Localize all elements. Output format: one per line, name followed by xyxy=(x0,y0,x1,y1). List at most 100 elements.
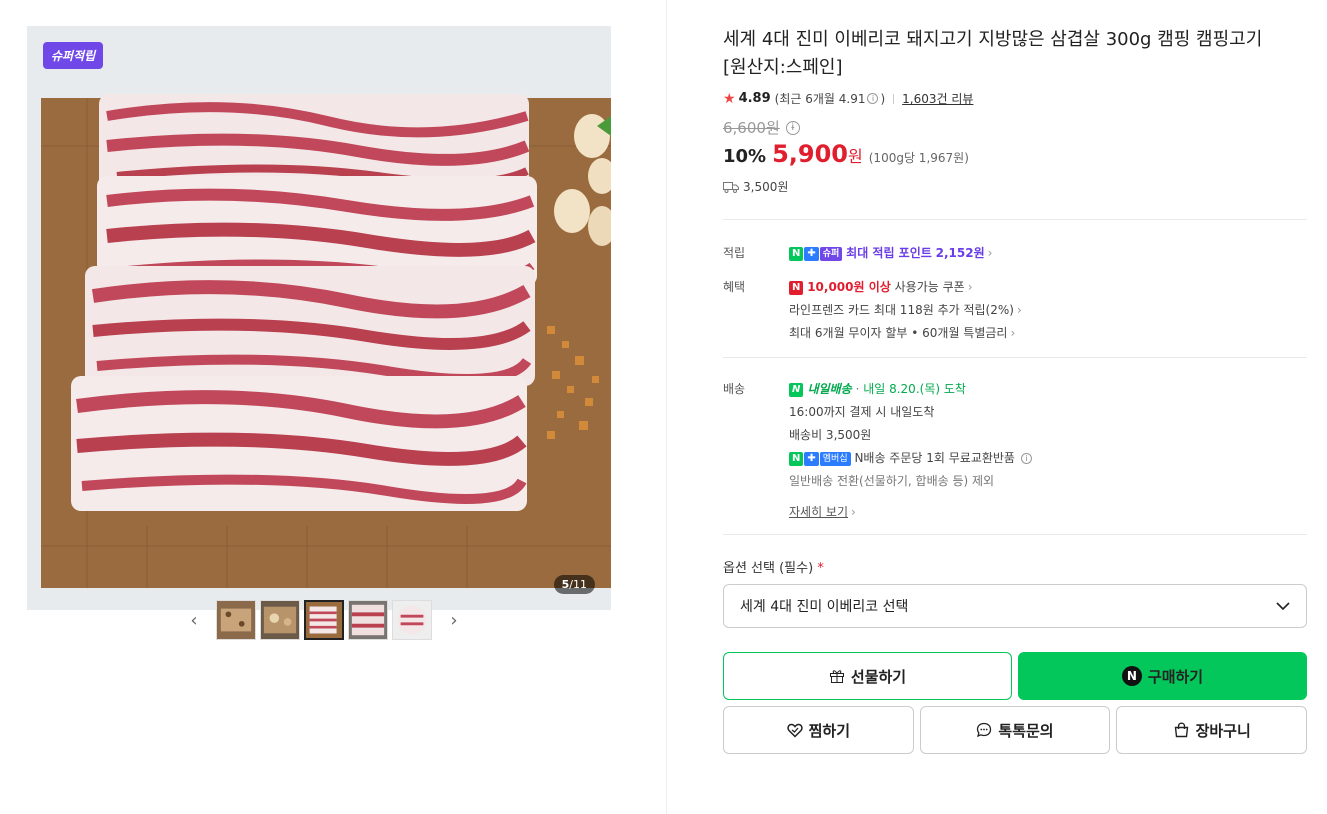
details-link[interactable]: 자세히 보기 xyxy=(789,505,848,519)
gift-button[interactable]: 선물하기 xyxy=(723,652,1012,700)
buy-label: 구매하기 xyxy=(1147,667,1204,686)
installment-item[interactable]: 최대 6개월 무이자 할부 • 60개월 특별금리 › xyxy=(789,322,1307,345)
super-points-badge: 슈퍼적립 xyxy=(43,42,104,69)
wish-button[interactable]: 찜하기 xyxy=(723,706,914,754)
chevron-right-icon: › xyxy=(987,246,993,260)
tomorrow-delivery-badge: N 내일배송 xyxy=(789,382,852,397)
talk-label: 톡톡문의 xyxy=(998,721,1054,740)
price-row: 10% 5,900 원 (100g당 1,967원) xyxy=(723,140,1307,168)
benefits-label: 혜택 xyxy=(723,280,746,294)
arrival-date: 내일 8.20.(목) 도착 xyxy=(863,382,966,396)
heart-icon xyxy=(786,723,803,738)
info-icon[interactable]: i xyxy=(1020,453,1032,464)
cutoff-text: 16:00까지 결제 시 내일도착 xyxy=(789,405,935,419)
primary-actions: 선물하기 N 구매하기 xyxy=(723,652,1307,700)
card-benefit-item[interactable]: 라인프렌즈 카드 최대 118원 추가 적립(2%) › xyxy=(789,299,1307,322)
unit-price: (100g당 1,967원) xyxy=(868,151,969,165)
chevron-right-icon[interactable]: › xyxy=(444,600,464,640)
pork-belly-image xyxy=(27,26,611,610)
gift-icon xyxy=(829,670,844,683)
installment-text: 최대 6개월 무이자 할부 • 60개월 특별금리 xyxy=(789,326,1008,340)
info-icon[interactable]: i xyxy=(867,93,879,104)
delivery-row: 배송 N 내일배송 · 내일 8.20.(목) 도착 16:00까지 결제 시 … xyxy=(723,378,1307,524)
thumbnail-strip: ‹ › xyxy=(184,600,464,640)
coupon-text: 사용가능 쿠폰 xyxy=(894,280,965,294)
currency-unit: 원 xyxy=(848,147,863,166)
divider xyxy=(723,534,1307,535)
chevron-left-icon[interactable]: ‹ xyxy=(184,600,204,640)
star-icon: ★ xyxy=(723,90,736,107)
sale-price: 5,900 xyxy=(772,140,849,168)
chat-icon xyxy=(977,722,992,738)
thumbnail-3-active[interactable] xyxy=(304,600,344,640)
points-label: 적립 xyxy=(723,246,746,260)
npay-tag: N xyxy=(789,246,804,261)
cart-button[interactable]: 장바구니 xyxy=(1116,706,1308,754)
reviews-link[interactable]: 1,603건 리뷰 xyxy=(902,90,973,107)
plus-tag: ✚ xyxy=(804,451,819,466)
divider xyxy=(723,357,1307,358)
plus-tag: ✚ xyxy=(804,246,819,261)
shipping-fee-row: 3,500원 xyxy=(723,178,1307,195)
points-row: 적립 N ✚ 슈퍼 최대 적립 포인트 2,152원 › xyxy=(723,242,1307,265)
exchange-row: N ✚ 멤버십 N배송 주문당 1회 무료교환반품 i xyxy=(789,447,1307,470)
talk-inquiry-button[interactable]: 톡톡문의 xyxy=(919,706,1111,754)
product-info: 세계 4대 진미 이베리코 돼지고기 지방많은 삼겹살 300g 캠핑 캠핑고기… xyxy=(723,26,1308,754)
shipping-fee: 3,500원 xyxy=(743,180,789,194)
original-price: 6,600원 xyxy=(723,119,780,137)
points-amount: 2,152원 xyxy=(935,246,985,260)
price-info-icon[interactable]: i xyxy=(785,120,800,135)
wish-label: 찜하기 xyxy=(808,721,851,740)
npay-tag: N xyxy=(789,451,804,466)
thumbnail-2[interactable] xyxy=(260,600,300,640)
delivery-fee-text: 배송비 3,500원 xyxy=(789,428,872,442)
benefits-row: 혜택 N 10,000원 이상 사용가능 쿠폰 › 라인프렌즈 카드 최대 118… xyxy=(723,276,1307,345)
chevron-down-icon xyxy=(1276,601,1290,610)
column-divider xyxy=(666,0,667,814)
delivery-badge-row: N 내일배송 · 내일 8.20.(목) 도착 xyxy=(789,378,1307,401)
cart-label: 장바구니 xyxy=(1195,721,1251,740)
details-row: 자세히 보기 › xyxy=(789,501,1307,524)
thumbnail-4[interactable] xyxy=(348,600,388,640)
secondary-actions: 찜하기 톡톡문의 장바구니 xyxy=(723,706,1308,754)
shopping-bag-icon xyxy=(1174,722,1188,738)
rating-row: ★ 4.89 (최근 6개월 4.91 i ) 1,603건 리뷰 xyxy=(723,90,1307,107)
rating-recent: (최근 6개월 4.91 xyxy=(774,92,866,106)
option-label-text: 옵션 선택 (필수) xyxy=(723,561,814,576)
delivery-n-icon: N xyxy=(789,382,804,397)
chevron-right-icon: › xyxy=(967,280,973,294)
coupon-item[interactable]: N 10,000원 이상 사용가능 쿠폰 › xyxy=(789,276,1307,299)
rating-score: 4.89 xyxy=(738,91,771,106)
page-total: /11 xyxy=(569,578,587,591)
thumbnail-1[interactable] xyxy=(216,600,256,640)
delivery-label: 배송 xyxy=(723,382,746,396)
coupon-amount: 10,000원 이상 xyxy=(807,280,891,294)
discount-rate: 10% xyxy=(723,146,767,167)
exchange-text: N배송 주문당 1회 무료교환반품 xyxy=(854,451,1015,465)
divider xyxy=(893,93,895,104)
product-title: 세계 4대 진미 이베리코 돼지고기 지방많은 삼겹살 300g 캠핑 캠핑고기… xyxy=(723,29,1263,78)
option-label: 옵션 선택 (필수) * xyxy=(723,557,1307,576)
product-gallery: 슈퍼적립 5/11 xyxy=(27,26,611,610)
super-tag: 슈퍼 xyxy=(819,246,843,261)
original-price-row: 6,600원 i xyxy=(723,117,1307,138)
product-main-image[interactable]: 슈퍼적립 5/11 xyxy=(27,26,611,610)
membership-tag: 멤버십 xyxy=(819,451,851,466)
option-selected-value: 세계 4대 진미 이베리코 선택 xyxy=(740,599,909,615)
thumbnail-5[interactable] xyxy=(392,600,432,640)
required-mark: * xyxy=(817,561,824,576)
chevron-right-icon: › xyxy=(1016,303,1022,317)
option-select[interactable]: 세계 4대 진미 이베리코 선택 xyxy=(723,584,1307,628)
chevron-right-icon: › xyxy=(851,505,856,519)
buy-button[interactable]: N 구매하기 xyxy=(1018,652,1307,700)
gift-label: 선물하기 xyxy=(850,667,907,686)
truck-icon xyxy=(723,181,739,193)
image-page-indicator: 5/11 xyxy=(553,575,595,594)
points-body[interactable]: N ✚ 슈퍼 최대 적립 포인트 2,152원 › xyxy=(789,242,1307,265)
exclusion-text: 일반배송 전환(선물하기, 합배송 등) 제외 xyxy=(789,474,995,488)
divider xyxy=(723,219,1307,220)
tomorrow-delivery-text: 내일배송 xyxy=(807,382,852,396)
points-text: 최대 적립 포인트 xyxy=(846,246,932,260)
chevron-right-icon: › xyxy=(1010,326,1016,340)
option-section: 옵션 선택 (필수) * 세계 4대 진미 이베리코 선택 xyxy=(723,557,1307,628)
